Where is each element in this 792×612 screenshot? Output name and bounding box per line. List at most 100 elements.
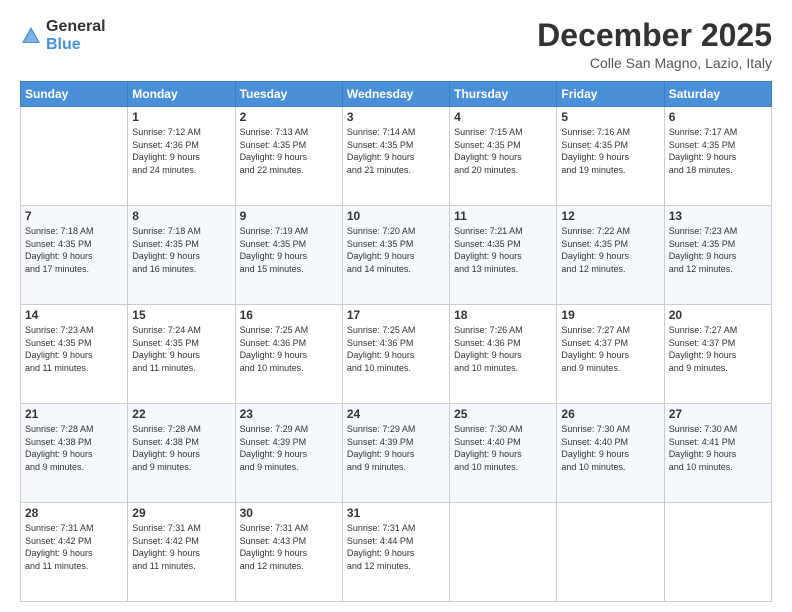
- table-row: 26Sunrise: 7:30 AM Sunset: 4:40 PM Dayli…: [557, 404, 664, 503]
- day-info: Sunrise: 7:21 AM Sunset: 4:35 PM Dayligh…: [454, 225, 552, 275]
- day-info: Sunrise: 7:23 AM Sunset: 4:35 PM Dayligh…: [669, 225, 767, 275]
- day-info: Sunrise: 7:14 AM Sunset: 4:35 PM Dayligh…: [347, 126, 445, 176]
- day-info: Sunrise: 7:31 AM Sunset: 4:42 PM Dayligh…: [132, 522, 230, 572]
- day-info: Sunrise: 7:30 AM Sunset: 4:40 PM Dayligh…: [561, 423, 659, 473]
- day-number: 2: [240, 110, 338, 124]
- table-row: 4 Sunrise: 7:15 AM Sunset: 4:35 PM Daylig…: [450, 107, 557, 206]
- day-number: 27: [669, 407, 767, 421]
- day-info: Sunrise: 7:16 AM Sunset: 4:35 PM Dayligh…: [561, 126, 659, 176]
- table-row: 6Sunrise: 7:17 AM Sunset: 4:35 PM Daylig…: [664, 107, 771, 206]
- day-info: Sunrise: 7:24 AM Sunset: 4:35 PM Dayligh…: [132, 324, 230, 374]
- day-number: 8: [132, 209, 230, 223]
- table-row: 18Sunrise: 7:26 AM Sunset: 4:36 PM Dayli…: [450, 305, 557, 404]
- table-row: 31Sunrise: 7:31 AM Sunset: 4:44 PM Dayli…: [342, 503, 449, 602]
- logo-icon: [20, 25, 42, 47]
- day-info: Sunrise: 7:23 AM Sunset: 4:35 PM Dayligh…: [25, 324, 123, 374]
- table-row: 1 Sunrise: 7:12 AM Sunset: 4:36 PM Daylig…: [128, 107, 235, 206]
- table-row: 16 Sunrise: 7:25 AM Sunset: 4:36 PM Dayli…: [235, 305, 342, 404]
- page: General Blue December 2025 Colle San Mag…: [0, 0, 792, 612]
- day-number: 30: [240, 506, 338, 520]
- day-number: 14: [25, 308, 123, 322]
- day-info: Sunrise: 7:28 AM Sunset: 4:38 PM Dayligh…: [132, 423, 230, 473]
- day-number: 16: [240, 308, 338, 322]
- day-number: 9: [240, 209, 338, 223]
- day-number: 6: [669, 110, 767, 124]
- table-row: 25 Sunrise: 7:30 AM Sunset: 4:40 PM Dayli…: [450, 404, 557, 503]
- day-number: 1: [132, 110, 230, 124]
- day-number: 10: [347, 209, 445, 223]
- day-number: 13: [669, 209, 767, 223]
- day-number: 19: [561, 308, 659, 322]
- day-info: Sunrise: 7:29 AM Sunset: 4:39 PM Dayligh…: [347, 423, 445, 473]
- day-info: Sunrise: 7:13 AM Sunset: 4:35 PM Dayligh…: [240, 126, 338, 176]
- day-info: Sunrise: 7:28 AM Sunset: 4:38 PM Dayligh…: [25, 423, 123, 473]
- day-info: Sunrise: 7:18 AM Sunset: 4:35 PM Dayligh…: [25, 225, 123, 275]
- table-row: 8 Sunrise: 7:18 AM Sunset: 4:35 PM Daylig…: [128, 206, 235, 305]
- day-number: 29: [132, 506, 230, 520]
- day-number: 17: [347, 308, 445, 322]
- day-number: 28: [25, 506, 123, 520]
- location: Colle San Magno, Lazio, Italy: [537, 55, 772, 71]
- table-row: 10 Sunrise: 7:20 AM Sunset: 4:35 PM Dayli…: [342, 206, 449, 305]
- col-saturday: Saturday: [664, 82, 771, 107]
- table-row: 7 Sunrise: 7:18 AM Sunset: 4:35 PM Daylig…: [21, 206, 128, 305]
- day-info: Sunrise: 7:19 AM Sunset: 4:35 PM Dayligh…: [240, 225, 338, 275]
- day-number: 15: [132, 308, 230, 322]
- table-row: 28 Sunrise: 7:31 AM Sunset: 4:42 PM Dayli…: [21, 503, 128, 602]
- day-number: 3: [347, 110, 445, 124]
- table-row: [21, 107, 128, 206]
- day-number: 22: [132, 407, 230, 421]
- table-row: 21 Sunrise: 7:28 AM Sunset: 4:38 PM Dayli…: [21, 404, 128, 503]
- calendar-table: Sunday Monday Tuesday Wednesday Thursday…: [20, 81, 772, 602]
- day-info: Sunrise: 7:30 AM Sunset: 4:40 PM Dayligh…: [454, 423, 552, 473]
- calendar-week-2: 7 Sunrise: 7:18 AM Sunset: 4:35 PM Daylig…: [21, 206, 772, 305]
- month-title: December 2025: [537, 18, 772, 53]
- table-row: 17 Sunrise: 7:25 AM Sunset: 4:36 PM Dayli…: [342, 305, 449, 404]
- day-info: Sunrise: 7:12 AM Sunset: 4:36 PM Dayligh…: [132, 126, 230, 176]
- day-number: 20: [669, 308, 767, 322]
- col-wednesday: Wednesday: [342, 82, 449, 107]
- logo-blue-text: Blue: [46, 36, 81, 53]
- day-info: Sunrise: 7:25 AM Sunset: 4:36 PM Dayligh…: [347, 324, 445, 374]
- day-number: 4: [454, 110, 552, 124]
- day-number: 7: [25, 209, 123, 223]
- table-row: [664, 503, 771, 602]
- table-row: [557, 503, 664, 602]
- day-info: Sunrise: 7:27 AM Sunset: 4:37 PM Dayligh…: [561, 324, 659, 374]
- day-info: Sunrise: 7:31 AM Sunset: 4:42 PM Dayligh…: [25, 522, 123, 572]
- table-row: 9 Sunrise: 7:19 AM Sunset: 4:35 PM Daylig…: [235, 206, 342, 305]
- day-number: 25: [454, 407, 552, 421]
- table-row: 12Sunrise: 7:22 AM Sunset: 4:35 PM Dayli…: [557, 206, 664, 305]
- table-row: [450, 503, 557, 602]
- header: General Blue December 2025 Colle San Mag…: [20, 18, 772, 71]
- table-row: 19 Sunrise: 7:27 AM Sunset: 4:37 PM Dayli…: [557, 305, 664, 404]
- day-info: Sunrise: 7:15 AM Sunset: 4:35 PM Dayligh…: [454, 126, 552, 176]
- table-row: 20Sunrise: 7:27 AM Sunset: 4:37 PM Dayli…: [664, 305, 771, 404]
- day-number: 21: [25, 407, 123, 421]
- day-info: Sunrise: 7:25 AM Sunset: 4:36 PM Dayligh…: [240, 324, 338, 374]
- day-number: 23: [240, 407, 338, 421]
- logo: General Blue: [20, 18, 106, 54]
- table-row: 23Sunrise: 7:29 AM Sunset: 4:39 PM Dayli…: [235, 404, 342, 503]
- day-info: Sunrise: 7:18 AM Sunset: 4:35 PM Dayligh…: [132, 225, 230, 275]
- table-row: 13 Sunrise: 7:23 AM Sunset: 4:35 PM Dayli…: [664, 206, 771, 305]
- table-row: 11Sunrise: 7:21 AM Sunset: 4:35 PM Dayli…: [450, 206, 557, 305]
- table-row: 27 Sunrise: 7:30 AM Sunset: 4:41 PM Dayli…: [664, 404, 771, 503]
- calendar-week-5: 28 Sunrise: 7:31 AM Sunset: 4:42 PM Dayli…: [21, 503, 772, 602]
- col-friday: Friday: [557, 82, 664, 107]
- day-number: 24: [347, 407, 445, 421]
- day-info: Sunrise: 7:31 AM Sunset: 4:43 PM Dayligh…: [240, 522, 338, 572]
- table-row: 3 Sunrise: 7:14 AM Sunset: 4:35 PM Daylig…: [342, 107, 449, 206]
- day-info: Sunrise: 7:30 AM Sunset: 4:41 PM Dayligh…: [669, 423, 767, 473]
- table-row: 29 Sunrise: 7:31 AM Sunset: 4:42 PM Dayli…: [128, 503, 235, 602]
- day-info: Sunrise: 7:31 AM Sunset: 4:44 PM Dayligh…: [347, 522, 445, 572]
- table-row: 2 Sunrise: 7:13 AM Sunset: 4:35 PM Daylig…: [235, 107, 342, 206]
- day-info: Sunrise: 7:20 AM Sunset: 4:35 PM Dayligh…: [347, 225, 445, 275]
- calendar-week-4: 21 Sunrise: 7:28 AM Sunset: 4:38 PM Dayli…: [21, 404, 772, 503]
- day-number: 5: [561, 110, 659, 124]
- title-block: December 2025 Colle San Magno, Lazio, It…: [537, 18, 772, 71]
- table-row: 15 Sunrise: 7:24 AM Sunset: 4:35 PM Dayli…: [128, 305, 235, 404]
- col-monday: Monday: [128, 82, 235, 107]
- table-row: 24 Sunrise: 7:29 AM Sunset: 4:39 PM Dayli…: [342, 404, 449, 503]
- day-info: Sunrise: 7:22 AM Sunset: 4:35 PM Dayligh…: [561, 225, 659, 275]
